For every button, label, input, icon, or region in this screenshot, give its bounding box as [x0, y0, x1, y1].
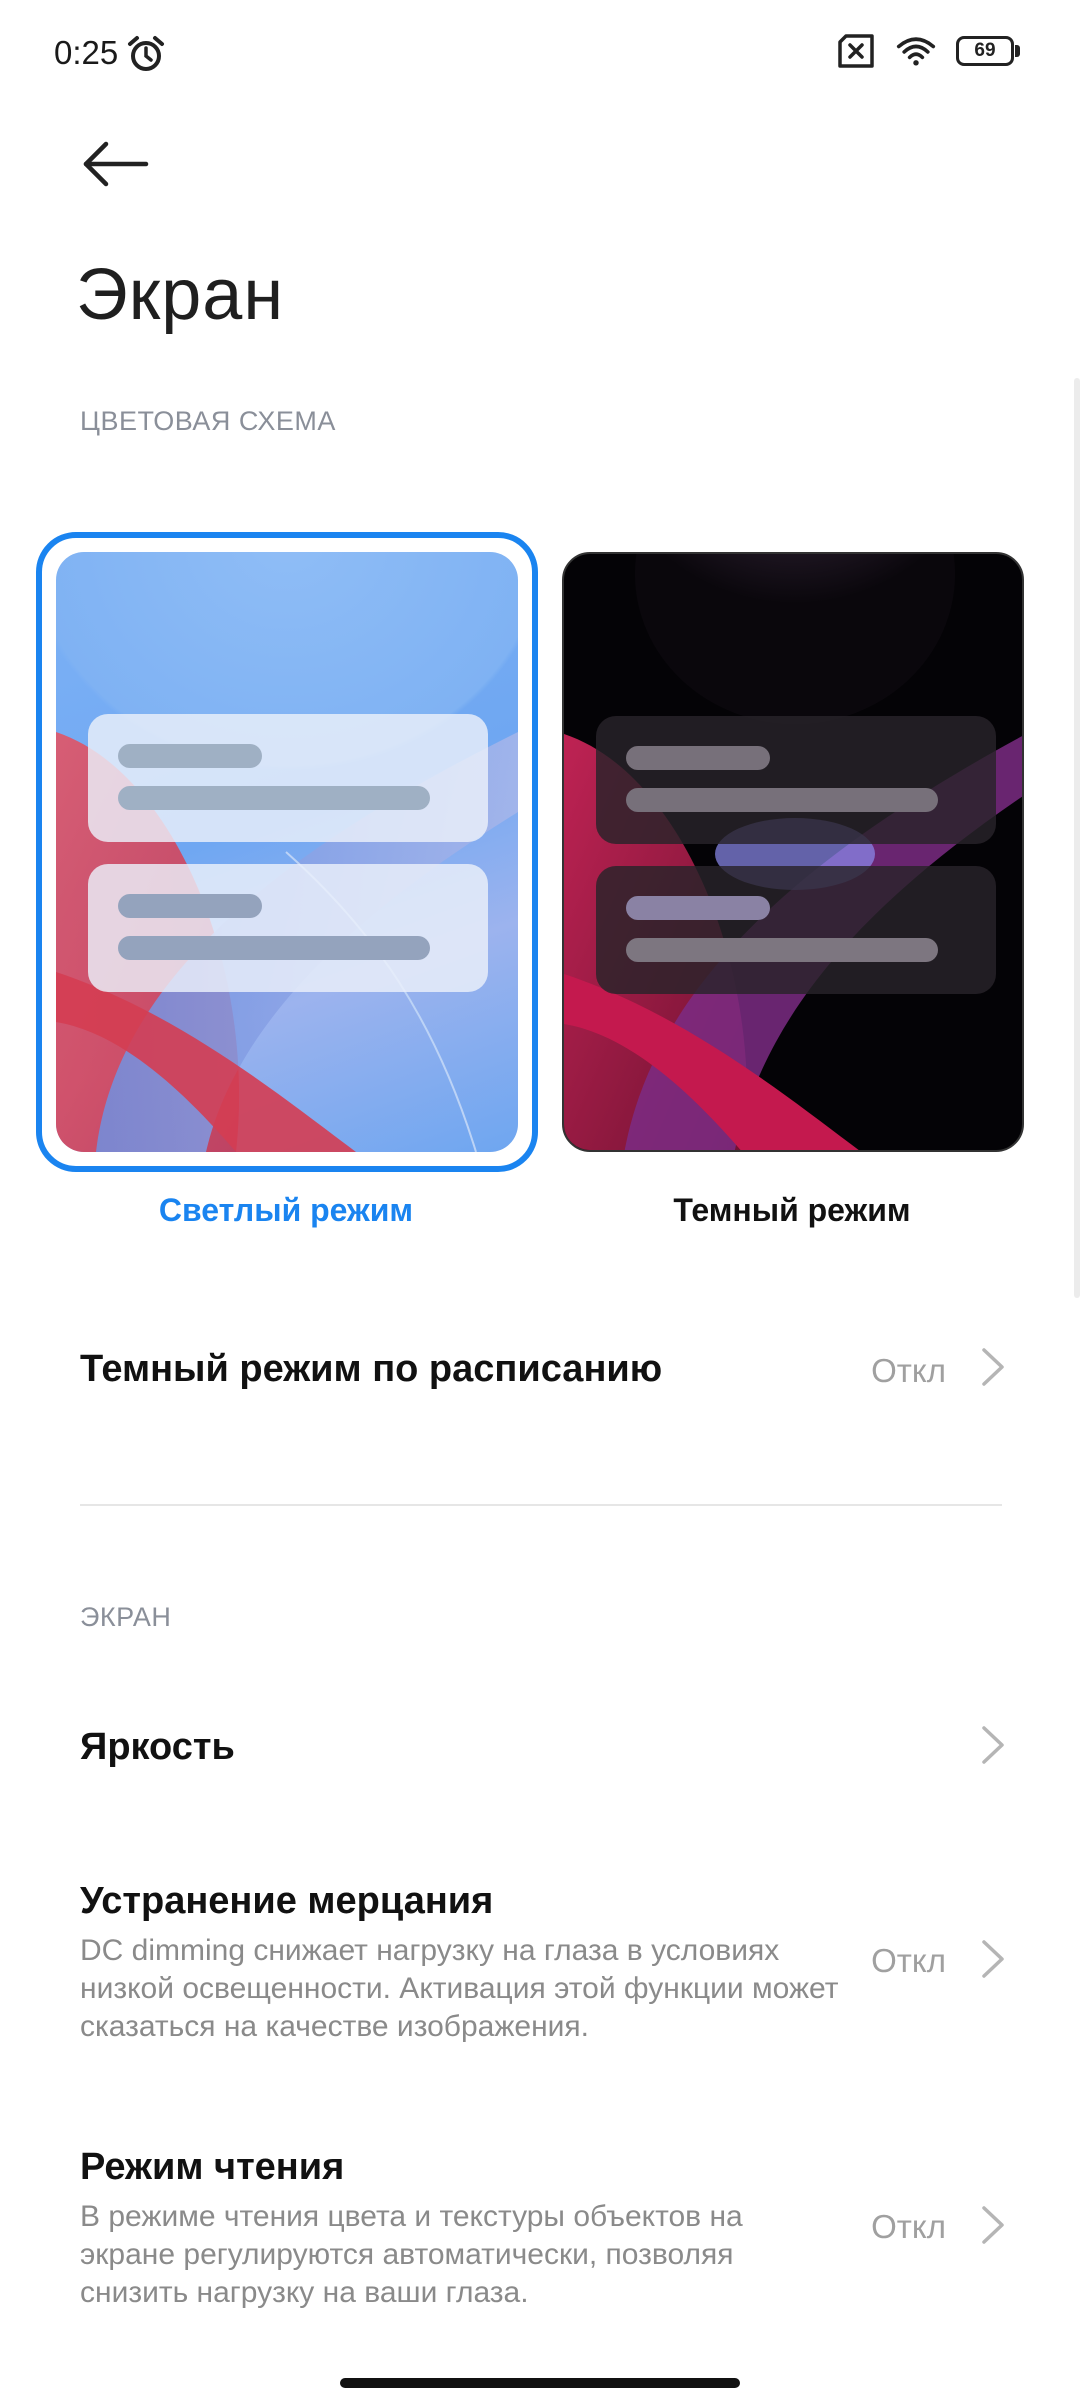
- battery-icon: 69: [956, 36, 1020, 66]
- chevron-right-icon: [982, 2206, 1004, 2244]
- brightness-row[interactable]: Яркость: [0, 1700, 1080, 1810]
- chevron-right-icon: [982, 1940, 1004, 1978]
- row-description: В режиме чтения цвета и текстуры объекто…: [80, 2200, 743, 2309]
- status-time: 0:25: [54, 34, 119, 71]
- battery-level: 69: [974, 40, 996, 61]
- row-description: DC dimming снижает нагрузку на глаза в у…: [80, 1934, 839, 2043]
- dark-mode-schedule-row[interactable]: Темный режим по расписанию Откл: [0, 1330, 1080, 1440]
- row-title: Темный режим по расписанию: [80, 1348, 663, 1390]
- flicker-removal-row[interactable]: Устранение мерцания DC dimming снижает н…: [0, 1870, 1080, 2050]
- wifi-icon: [896, 37, 936, 66]
- row-title: Устранение мерцания: [80, 1880, 494, 1922]
- home-indicator[interactable]: [340, 2378, 740, 2388]
- section-label-color-scheme: ЦВЕТОВАЯ СХЕМА: [80, 406, 336, 436]
- divider: [80, 1504, 1002, 1506]
- page-title: Экран: [76, 255, 285, 335]
- row-title: Режим чтения: [80, 2146, 345, 2188]
- dark-mode-label[interactable]: Темный режим: [542, 1192, 1042, 1229]
- scrollbar[interactable]: [1074, 378, 1080, 1298]
- reading-mode-row[interactable]: Режим чтения В режиме чтения цвета и тек…: [0, 2136, 1080, 2316]
- no-sim-icon: [838, 34, 874, 68]
- chevron-right-icon: [982, 1348, 1004, 1386]
- row-value: Откл: [871, 2208, 946, 2245]
- row-value: Откл: [871, 1352, 946, 1389]
- row-value: Откл: [871, 1942, 946, 1979]
- chevron-right-icon: [982, 1726, 1004, 1764]
- light-mode-label[interactable]: Светлый режим: [36, 1192, 536, 1229]
- light-mode-preview[interactable]: [56, 552, 518, 1152]
- back-arrow-icon[interactable]: [82, 140, 150, 188]
- status-icons: 69: [836, 34, 1020, 68]
- row-title: Яркость: [80, 1726, 235, 1768]
- dark-mode-preview[interactable]: [562, 552, 1024, 1152]
- section-label-screen: ЭКРАН: [80, 1602, 172, 1632]
- alarm-icon: [128, 36, 164, 71]
